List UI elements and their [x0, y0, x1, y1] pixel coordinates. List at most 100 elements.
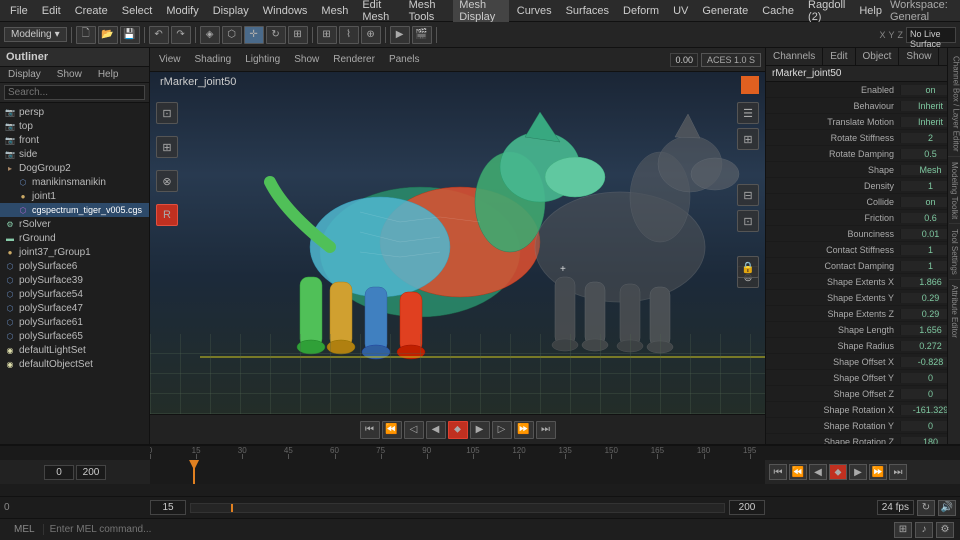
channel-row[interactable]: Behaviour Inherit: [766, 98, 960, 114]
tree-item-top[interactable]: 📷 top: [0, 119, 149, 133]
rotate-tool[interactable]: ↻: [266, 26, 286, 44]
channel-row[interactable]: Shape Rotation Y 0: [766, 418, 960, 434]
outliner-tab-help[interactable]: Help: [90, 67, 127, 82]
play-back-btn[interactable]: ◀: [426, 421, 446, 439]
select-tool[interactable]: ◈: [200, 26, 220, 44]
link-icon[interactable]: ⊗: [156, 170, 178, 192]
prev-frame-btn[interactable]: ◁: [404, 421, 424, 439]
grid-icon[interactable]: ⊞: [894, 522, 912, 538]
tl-fwd-btn[interactable]: ⏩: [869, 464, 887, 480]
undo-btn[interactable]: ↶: [149, 26, 169, 44]
tree-item-doggroup[interactable]: ▸ DogGroup2: [0, 161, 149, 175]
channel-row[interactable]: Bounciness 0.01: [766, 226, 960, 242]
tl-end-btn[interactable]: ⏭: [889, 464, 907, 480]
tree-item-objectset[interactable]: ◉ defaultObjectSet: [0, 357, 149, 371]
panels-btn[interactable]: Panels: [384, 53, 425, 66]
tree-item-ps65[interactable]: ⬡ polySurface65: [0, 329, 149, 343]
tree-item-ps54[interactable]: ⬡ polySurface54: [0, 287, 149, 301]
channel-row[interactable]: Collide on: [766, 194, 960, 210]
menu-display[interactable]: Display: [207, 3, 255, 19]
channel-row[interactable]: Shape Extents X 1.866: [766, 274, 960, 290]
channel-row[interactable]: Shape Offset Z 0: [766, 386, 960, 402]
open-btn[interactable]: 📂: [98, 26, 118, 44]
tree-item-lightset[interactable]: ◉ defaultLightSet: [0, 343, 149, 357]
play-btn[interactable]: ▶: [470, 421, 490, 439]
pb-track[interactable]: [190, 503, 725, 513]
channel-row[interactable]: Rotate Stiffness 2: [766, 130, 960, 146]
next-frame-btn[interactable]: ▷: [492, 421, 512, 439]
channel-row[interactable]: Translate Motion Inherit: [766, 114, 960, 130]
menu-windows[interactable]: Windows: [257, 3, 314, 19]
tree-item-ps6[interactable]: ⬡ polySurface6: [0, 259, 149, 273]
channel-row[interactable]: Contact Stiffness 1: [766, 242, 960, 258]
menu-ragdoll[interactable]: Ragdoll (2): [802, 0, 851, 25]
menu-select[interactable]: Select: [116, 3, 159, 19]
menu-edit[interactable]: Edit: [36, 3, 67, 19]
cb-tab-object[interactable]: Object: [856, 48, 900, 65]
tl-prev-btn[interactable]: ⏪: [789, 464, 807, 480]
current-frame-input[interactable]: [150, 500, 186, 515]
tree-item-joint37[interactable]: ● joint37_rGroup1: [0, 245, 149, 259]
cb-tab-edit[interactable]: Edit: [823, 48, 855, 65]
tree-item-ps61[interactable]: ⬡ polySurface61: [0, 315, 149, 329]
animation-timeline[interactable]: [150, 460, 765, 484]
viewport-icon-lock[interactable]: 🔒: [737, 256, 759, 278]
menu-surfaces[interactable]: Surfaces: [560, 3, 615, 19]
vert-tab-attribute[interactable]: Attribute Editor: [949, 281, 960, 342]
menu-curves[interactable]: Curves: [511, 3, 558, 19]
channel-row[interactable]: Enabled on: [766, 82, 960, 98]
save-btn[interactable]: 💾: [120, 26, 140, 44]
menu-generate[interactable]: Generate: [696, 3, 754, 19]
snap-icon[interactable]: ⊡: [156, 102, 178, 124]
menu-cache[interactable]: Cache: [756, 3, 800, 19]
menu-modify[interactable]: Modify: [160, 3, 204, 19]
tree-item-joint1[interactable]: ● joint1: [0, 189, 149, 203]
redo-btn[interactable]: ↷: [171, 26, 191, 44]
move-tool[interactable]: ✛: [244, 26, 264, 44]
outliner-tab-display[interactable]: Display: [0, 67, 49, 82]
vert-tab-modeling[interactable]: Modeling Toolkit: [949, 158, 960, 224]
shading-btn[interactable]: Shading: [190, 53, 237, 66]
viewport-icon-2[interactable]: ⊞: [737, 128, 759, 150]
channel-row[interactable]: Shape Rotation Z 180: [766, 434, 960, 444]
lasso-tool[interactable]: ⬡: [222, 26, 242, 44]
tree-item-ps39[interactable]: ⬡ polySurface39: [0, 273, 149, 287]
tree-item-rsolver[interactable]: ⚙ rSolver: [0, 217, 149, 231]
menu-mesh-tools[interactable]: Mesh Tools: [403, 0, 452, 25]
tl-play-btn[interactable]: ▶: [849, 464, 867, 480]
lighting-btn[interactable]: Lighting: [240, 53, 285, 66]
snap-curve-btn[interactable]: ⌇: [339, 26, 359, 44]
menu-file[interactable]: File: [4, 3, 34, 19]
tree-item-ps47[interactable]: ⬡ polySurface47: [0, 301, 149, 315]
stop-btn[interactable]: ⬥: [448, 421, 468, 439]
viewport-icon-1[interactable]: ☰: [737, 102, 759, 124]
audio-btn[interactable]: 🔊: [938, 500, 956, 516]
outliner-tab-show[interactable]: Show: [49, 67, 90, 82]
rig-icon[interactable]: R: [156, 204, 178, 226]
settings-icon[interactable]: ⚙: [936, 522, 954, 538]
tl-back-btn[interactable]: ◀: [809, 464, 827, 480]
menu-create[interactable]: Create: [69, 3, 114, 19]
tree-item-manikin[interactable]: ⬡ manikinsmanikin: [0, 175, 149, 189]
channel-row[interactable]: Contact Damping 1: [766, 258, 960, 274]
vert-tab-channelbox[interactable]: Channel Box / Layer Editor: [948, 52, 960, 157]
viewport-canvas[interactable]: rMarker_joint50: [150, 72, 765, 414]
tree-item-tiger[interactable]: ⬡ cgspectrum_tiger_v005.cgs: [0, 203, 149, 217]
view-btn[interactable]: View: [154, 53, 186, 66]
snap-grid-btn[interactable]: ⊞: [317, 26, 337, 44]
menu-mesh-display[interactable]: Mesh Display: [453, 0, 509, 25]
next-key-btn[interactable]: ⏩: [514, 421, 534, 439]
tree-item-front[interactable]: 📷 front: [0, 133, 149, 147]
new-scene-btn[interactable]: 🗋: [76, 26, 96, 44]
tl-start-btn[interactable]: ⏮: [769, 464, 787, 480]
menu-deform[interactable]: Deform: [617, 3, 665, 19]
channel-row[interactable]: Shape Offset Y 0: [766, 370, 960, 386]
cb-tab-channels[interactable]: Channels: [766, 48, 823, 65]
vert-tab-tool[interactable]: Tool Settings: [949, 225, 960, 280]
go-to-end-btn[interactable]: ⏭: [536, 421, 556, 439]
scale-tool[interactable]: ⊞: [288, 26, 308, 44]
channel-row[interactable]: Friction 0.6: [766, 210, 960, 226]
channel-row[interactable]: Shape Mesh: [766, 162, 960, 178]
viewport-icon-4[interactable]: ⊡: [737, 210, 759, 232]
sound-icon[interactable]: ♪: [915, 522, 933, 538]
